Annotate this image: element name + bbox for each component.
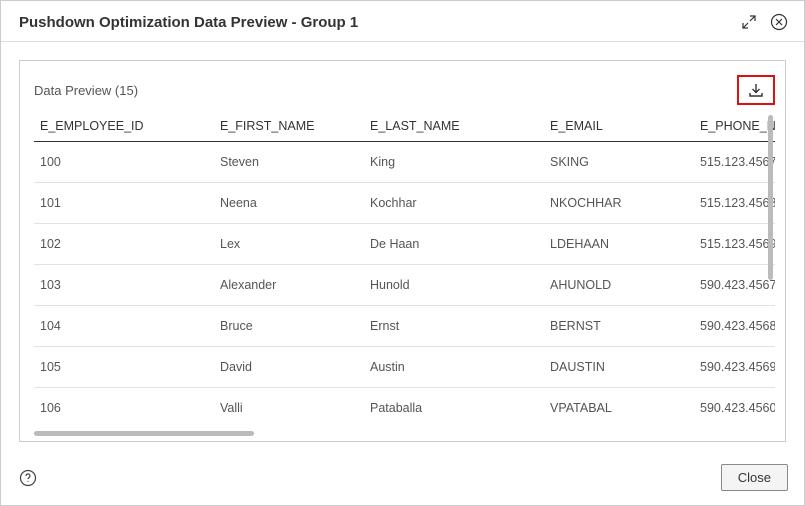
col-header-email[interactable]: E_EMAIL <box>544 111 694 142</box>
cell: Alexander <box>214 265 364 306</box>
panel-title: Data Preview (15) <box>34 83 737 98</box>
cell: 515.123.4567 <box>694 142 775 183</box>
dialog-footer: Close <box>1 452 804 505</box>
horizontal-scrollbar[interactable] <box>34 431 254 436</box>
table-scroll[interactable]: E_EMPLOYEE_ID E_FIRST_NAME E_LAST_NAME E… <box>34 111 775 427</box>
table-header-row: E_EMPLOYEE_ID E_FIRST_NAME E_LAST_NAME E… <box>34 111 775 142</box>
cell: 106 <box>34 388 214 428</box>
col-header-first-name[interactable]: E_FIRST_NAME <box>214 111 364 142</box>
dialog-header: Pushdown Optimization Data Preview - Gro… <box>1 1 804 42</box>
cell: 515.123.4568 <box>694 183 775 224</box>
cell: BERNST <box>544 306 694 347</box>
col-header-employee-id[interactable]: E_EMPLOYEE_ID <box>34 111 214 142</box>
download-highlight <box>737 75 775 105</box>
cell: 590.423.4567 <box>694 265 775 306</box>
cell: 102 <box>34 224 214 265</box>
cell: Steven <box>214 142 364 183</box>
cell: VPATABAL <box>544 388 694 428</box>
table-row[interactable]: 106ValliPataballaVPATABAL590.423.4560 <box>34 388 775 428</box>
cell: De Haan <box>364 224 544 265</box>
cell: 104 <box>34 306 214 347</box>
cell: AHUNOLD <box>544 265 694 306</box>
panel-header: Data Preview (15) <box>20 61 785 111</box>
cell: SKING <box>544 142 694 183</box>
cell: Pataballa <box>364 388 544 428</box>
dialog-body: Data Preview (15) <box>1 42 804 452</box>
col-header-phone[interactable]: E_PHONE_NUMBER <box>694 111 775 142</box>
download-icon[interactable] <box>745 79 767 101</box>
table-row[interactable]: 105DavidAustinDAUSTIN590.423.4569 <box>34 347 775 388</box>
data-table: E_EMPLOYEE_ID E_FIRST_NAME E_LAST_NAME E… <box>34 111 775 427</box>
expand-icon[interactable] <box>738 11 760 33</box>
cell: Austin <box>364 347 544 388</box>
cell: 101 <box>34 183 214 224</box>
cell: 105 <box>34 347 214 388</box>
cell: David <box>214 347 364 388</box>
cell: LDEHAAN <box>544 224 694 265</box>
cell: 590.423.4560 <box>694 388 775 428</box>
table-row[interactable]: 102LexDe HaanLDEHAAN515.123.4569 <box>34 224 775 265</box>
vertical-scrollbar[interactable] <box>768 115 773 280</box>
cell: King <box>364 142 544 183</box>
dialog-title: Pushdown Optimization Data Preview - Gro… <box>19 14 730 31</box>
preview-panel: Data Preview (15) <box>19 60 786 442</box>
table-wrap: E_EMPLOYEE_ID E_FIRST_NAME E_LAST_NAME E… <box>20 111 785 427</box>
cell: Hunold <box>364 265 544 306</box>
cell: 590.423.4569 <box>694 347 775 388</box>
cell: Lex <box>214 224 364 265</box>
table-row[interactable]: 104BruceErnstBERNST590.423.4568 <box>34 306 775 347</box>
cell: 103 <box>34 265 214 306</box>
cell: Kochhar <box>364 183 544 224</box>
table-row[interactable]: 100StevenKingSKING515.123.4567 <box>34 142 775 183</box>
close-icon[interactable] <box>768 11 790 33</box>
table-row[interactable]: 101NeenaKochharNKOCHHAR515.123.4568 <box>34 183 775 224</box>
cell: 515.123.4569 <box>694 224 775 265</box>
cell: 100 <box>34 142 214 183</box>
cell: DAUSTIN <box>544 347 694 388</box>
close-button[interactable]: Close <box>721 464 788 491</box>
cell: NKOCHHAR <box>544 183 694 224</box>
cell: Bruce <box>214 306 364 347</box>
cell: 590.423.4568 <box>694 306 775 347</box>
hscroll-area <box>20 427 785 441</box>
dialog: Pushdown Optimization Data Preview - Gro… <box>0 0 805 506</box>
cell: Neena <box>214 183 364 224</box>
cell: Ernst <box>364 306 544 347</box>
cell: Valli <box>214 388 364 428</box>
help-icon[interactable] <box>17 467 39 489</box>
col-header-last-name[interactable]: E_LAST_NAME <box>364 111 544 142</box>
table-row[interactable]: 103AlexanderHunoldAHUNOLD590.423.4567 <box>34 265 775 306</box>
